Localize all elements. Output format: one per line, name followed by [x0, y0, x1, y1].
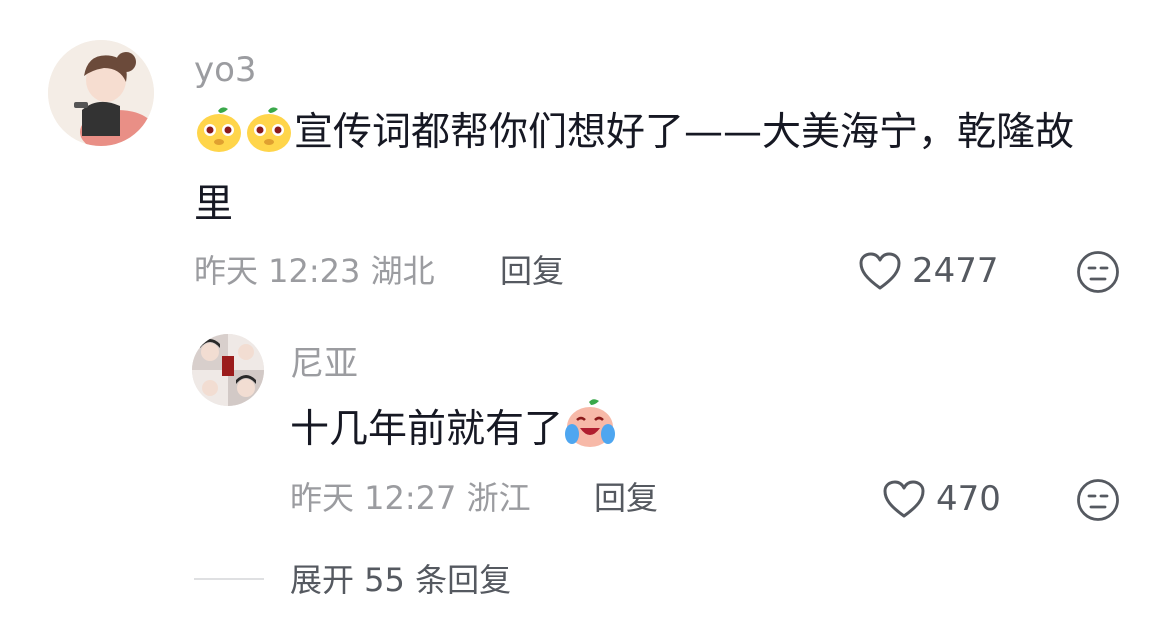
comment-location: 湖北 [370, 252, 435, 290]
pig-emoji [194, 105, 244, 174]
comment-like-count: 2477 [912, 251, 999, 291]
expand-divider [194, 578, 264, 580]
comment-username[interactable]: yo3 [194, 50, 257, 90]
comment-like-button[interactable]: 2477 [858, 248, 999, 294]
meh-face-icon[interactable] [1076, 250, 1120, 294]
reply-time: 昨天 12:27 [290, 479, 457, 517]
reply-reply-button[interactable]: 回复 [594, 478, 658, 518]
comment-text-line2: 里 [194, 182, 234, 227]
comment-reply-button[interactable]: 回复 [500, 251, 564, 291]
heart-icon [858, 251, 902, 291]
avatar[interactable] [48, 40, 154, 146]
comment-meta: 昨天 12:23 湖北 [194, 251, 435, 291]
expand-replies-button[interactable]: 展开 55 条回复 [290, 560, 511, 600]
reply-location: 浙江 [466, 479, 531, 517]
comment-text-line1: 宣传词都帮你们想好了——大美海宁，乾隆故 [294, 110, 1075, 155]
reply-like-count: 470 [936, 479, 1001, 519]
heart-icon [882, 479, 926, 519]
reply-username[interactable]: 尼亚 [290, 344, 358, 384]
comment-time: 昨天 12:23 [194, 252, 361, 290]
crying-laugh-emoji [563, 398, 617, 471]
reply-like-button[interactable]: 470 [882, 476, 1001, 522]
meh-face-icon[interactable] [1076, 478, 1120, 522]
reply-text: 十几年前就有了 [290, 398, 617, 471]
pig-emoji [244, 105, 294, 174]
comment-text: 宣传词都帮你们想好了——大美海宁，乾隆故 里 [194, 102, 1134, 236]
reply-text-body: 十几年前就有了 [290, 407, 564, 452]
reply-meta: 昨天 12:27 浙江 [290, 478, 531, 518]
reply-avatar[interactable] [192, 334, 264, 406]
